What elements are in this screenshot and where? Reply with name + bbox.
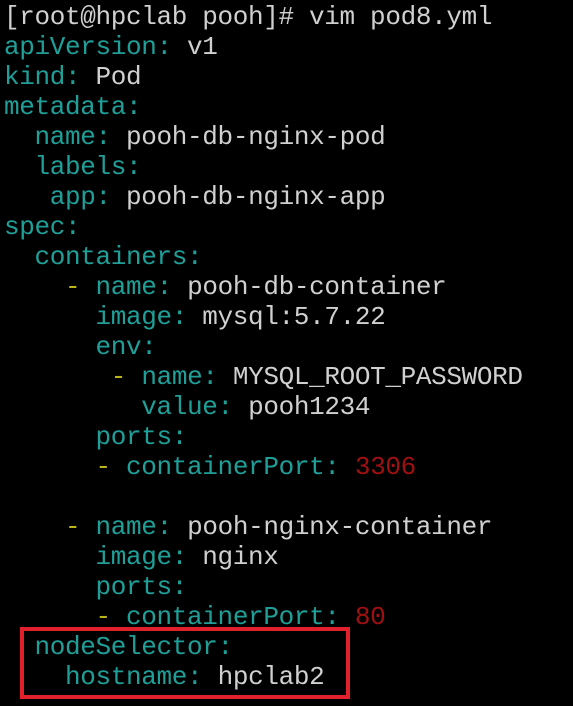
yaml-line-containers: containers: bbox=[34, 242, 203, 272]
yaml-line-ports: ports: bbox=[95, 422, 188, 452]
terminal-window[interactable]: [root@hpclab pooh]# vim pod8.yml apiVers… bbox=[0, 0, 573, 706]
yaml-line-container1-port: - containerPort: 3306 bbox=[95, 452, 417, 482]
yaml-line-app: app: pooh-db-nginx-app bbox=[49, 182, 386, 212]
list-dash: - bbox=[65, 512, 81, 542]
yaml-value: Pod bbox=[95, 62, 142, 92]
yaml-key: metadata bbox=[4, 92, 127, 122]
yaml-line-env: env: bbox=[95, 332, 157, 362]
list-dash: - bbox=[110, 362, 127, 392]
yaml-value: pooh-db-nginx-app bbox=[126, 182, 386, 212]
yaml-value: pooh-db-nginx-pod bbox=[126, 122, 386, 152]
yaml-value: mysql:5.7.22 bbox=[202, 302, 386, 332]
yaml-key: name bbox=[95, 272, 157, 302]
yaml-line-env-value: value: pooh1234 bbox=[141, 392, 371, 422]
yaml-key: kind bbox=[4, 62, 66, 92]
yaml-value: pooh1234 bbox=[248, 392, 371, 422]
list-dash: - bbox=[65, 272, 81, 302]
yaml-key: ports bbox=[95, 572, 173, 602]
yaml-line-container2-name: - name: pooh-nginx-container bbox=[65, 512, 493, 542]
yaml-value: v1 bbox=[187, 32, 218, 62]
yaml-line-metadata-name: name: pooh-db-nginx-pod bbox=[34, 122, 386, 152]
yaml-line-apiversion: apiVersion: v1 bbox=[4, 32, 218, 62]
yaml-key: name bbox=[34, 122, 96, 152]
yaml-key: labels bbox=[34, 152, 127, 182]
yaml-number: 3306 bbox=[354, 452, 416, 482]
list-dash: - bbox=[95, 452, 112, 482]
shell-prompt-line: [root@hpclab pooh]# vim pod8.yml bbox=[4, 2, 492, 32]
yaml-key: ports bbox=[95, 422, 173, 452]
shell-prompt: [root@hpclab pooh]# vim pod8.yml bbox=[4, 2, 493, 32]
yaml-line-container1-name: - name: pooh-db-container bbox=[65, 272, 447, 302]
yaml-line-kind: kind: Pod bbox=[4, 62, 142, 92]
yaml-line-metadata: metadata: bbox=[4, 92, 142, 122]
yaml-key: value bbox=[141, 392, 218, 422]
yaml-key: app bbox=[49, 182, 96, 212]
nodeselector-highlight-box bbox=[20, 627, 350, 699]
yaml-line-labels: labels: bbox=[34, 152, 142, 182]
yaml-key: spec bbox=[4, 212, 66, 242]
yaml-key: containerPort bbox=[126, 452, 325, 482]
yaml-key: apiVersion bbox=[4, 32, 157, 62]
yaml-line-container2-ports: ports: bbox=[95, 572, 188, 602]
yaml-key: name bbox=[95, 512, 157, 542]
yaml-key: containers bbox=[34, 242, 188, 272]
yaml-number: 80 bbox=[354, 602, 386, 632]
yaml-key: env bbox=[95, 332, 142, 362]
yaml-line-container2-image: image: nginx bbox=[95, 542, 279, 572]
yaml-line-spec: spec: bbox=[4, 212, 81, 242]
yaml-value: nginx bbox=[202, 542, 279, 572]
yaml-line-container1-image: image: mysql:5.7.22 bbox=[95, 302, 386, 332]
yaml-key: name bbox=[141, 362, 203, 392]
yaml-line-env-name: - name: MYSQL_ROOT_PASSWORD bbox=[110, 362, 523, 392]
yaml-key: image bbox=[95, 542, 173, 572]
yaml-value: MYSQL_ROOT_PASSWORD bbox=[232, 362, 523, 392]
yaml-value: pooh-db-container bbox=[187, 272, 447, 302]
yaml-key: image bbox=[95, 302, 173, 332]
yaml-value: pooh-nginx-container bbox=[187, 512, 493, 542]
